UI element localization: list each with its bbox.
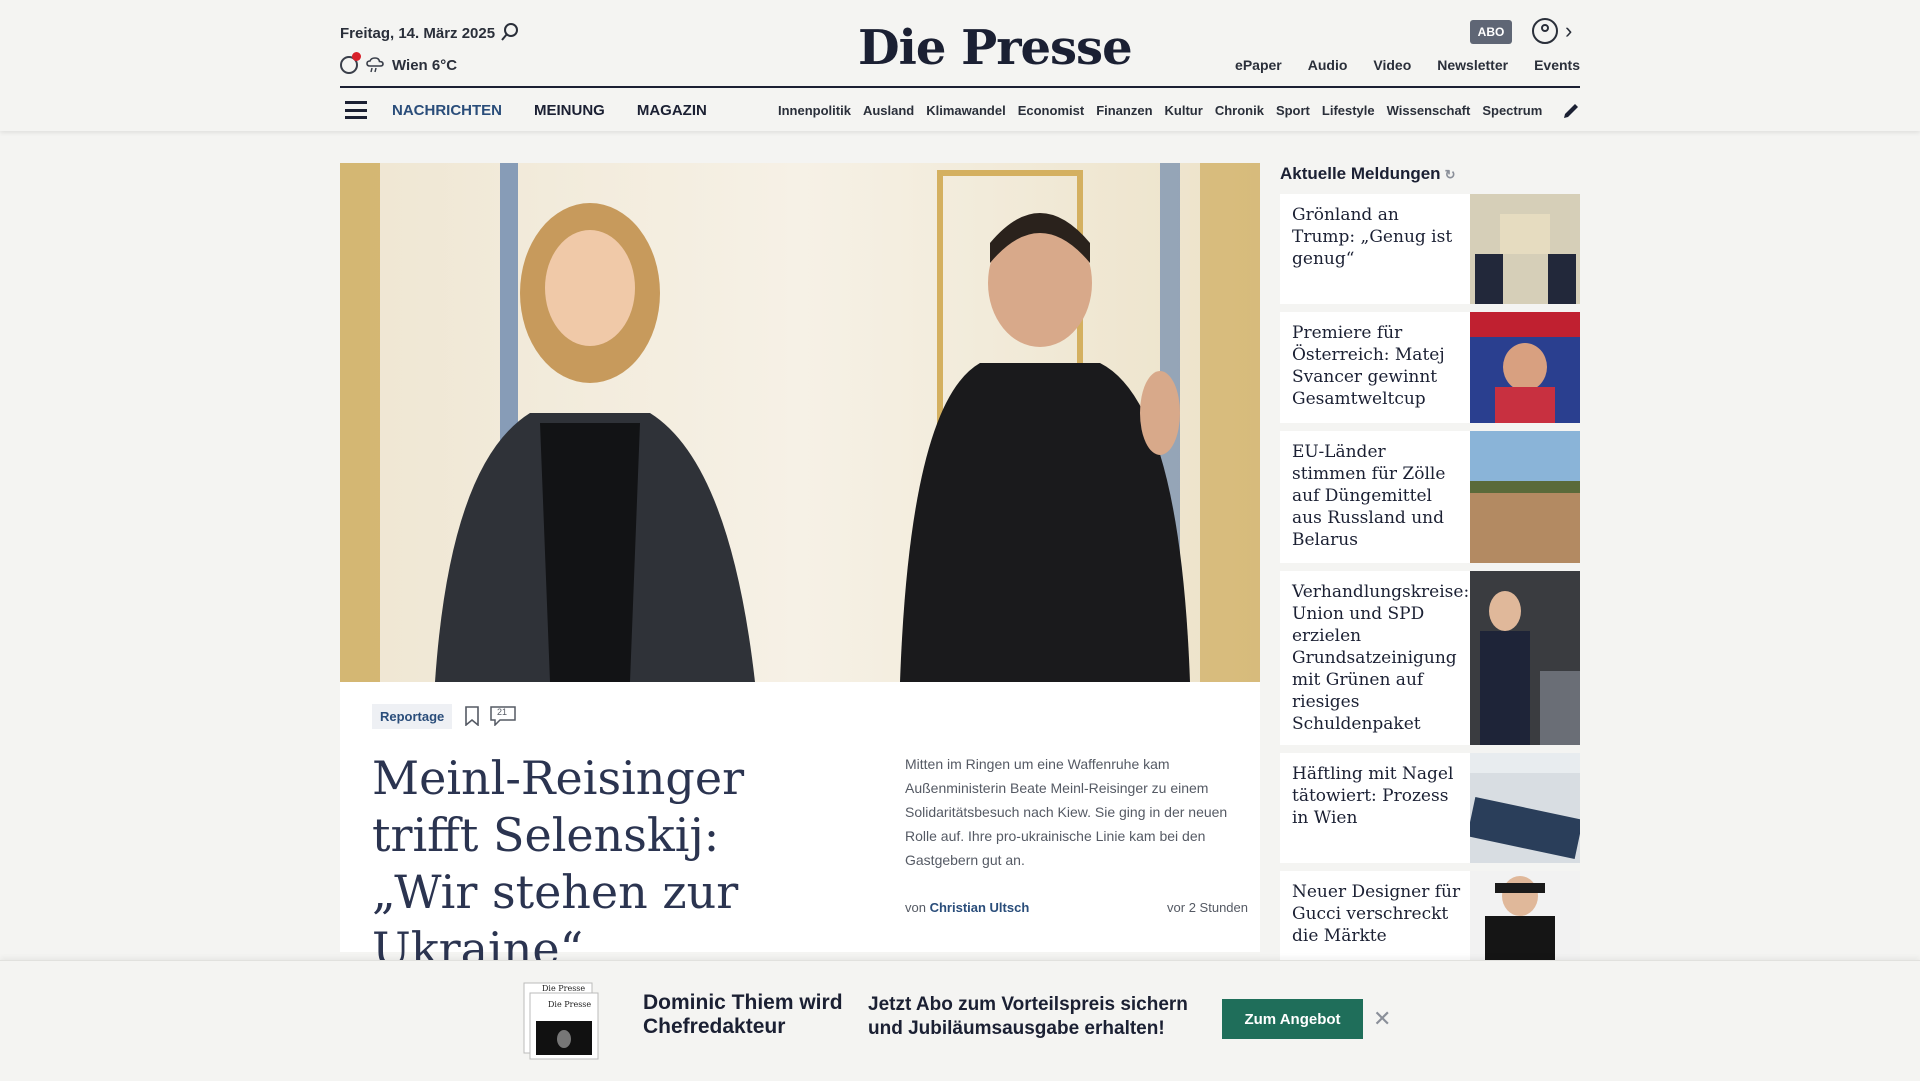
link-newsletter[interactable]: Newsletter: [1437, 57, 1508, 73]
site-logo[interactable]: Die Presse: [858, 20, 1133, 76]
close-icon[interactable]: ✕: [1373, 1006, 1391, 1032]
hero-headline[interactable]: Meinl-Reisinger trifft Selenskij: „Wir s…: [372, 750, 832, 978]
news-thumbnail: [1470, 431, 1580, 563]
author-link[interactable]: Christian Ultsch: [930, 900, 1030, 915]
current-date: Freitag, 14. März 2025: [340, 25, 496, 42]
byline-prefix: von: [905, 900, 926, 915]
news-item[interactable]: Premiere für Österreich: Matej Svancer g…: [1280, 312, 1580, 423]
news-thumbnail: [1470, 571, 1580, 745]
banner-headline: Dominic Thiem wird Chefredakteur: [643, 991, 843, 1038]
sidebar-title: Aktuelle Meldungen ↻: [1280, 164, 1455, 184]
site-header: Freitag, 14. März 2025 Wien 6°C Die Pres…: [0, 0, 1920, 131]
news-thumbnail: [1470, 312, 1580, 423]
comment-count: 21: [497, 707, 508, 717]
subnav-chronik[interactable]: Chronik: [1215, 103, 1264, 118]
subnav-innenpolitik[interactable]: Innenpolitik: [778, 103, 851, 118]
news-title: Verhandlungskreise: Union und SPD erziel…: [1292, 582, 1470, 734]
link-audio[interactable]: Audio: [1308, 57, 1348, 73]
pencil-icon[interactable]: [1560, 100, 1582, 122]
hero-image[interactable]: [340, 163, 1260, 682]
newspaper-stack-image: Die Presse Die Presse: [523, 982, 599, 1060]
news-title: EU-Länder stimmen für Zölle auf Düngemit…: [1292, 442, 1446, 550]
subnav-sport[interactable]: Sport: [1276, 103, 1310, 118]
news-thumbnail: [1470, 871, 1580, 960]
news-title: Premiere für Österreich: Matej Svancer g…: [1292, 323, 1445, 409]
subnav-kultur[interactable]: Kultur: [1165, 103, 1203, 118]
refresh-icon: ↻: [1444, 167, 1456, 182]
news-thumbnail: [1470, 194, 1580, 304]
news-title: Häftling mit Nagel tätowiert: Prozess in…: [1292, 764, 1454, 828]
news-title: Grönland an Trump: „Genug ist genug“: [1292, 205, 1453, 269]
sidebar-title-text: Aktuelle Meldungen: [1280, 164, 1441, 183]
bookmark-icon[interactable]: [464, 706, 480, 726]
published-time: vor 2 Stunden: [1167, 900, 1248, 915]
hero-article-card[interactable]: Reportage 21 Meinl-Reisinger trifft Sele…: [340, 682, 1260, 976]
news-item[interactable]: Grönland an Trump: „Genug ist genug“: [1280, 194, 1580, 304]
paper-logo-top: Die Presse: [542, 984, 585, 993]
subnav-ausland[interactable]: Ausland: [863, 103, 914, 118]
subnav-economist[interactable]: Economist: [1018, 103, 1084, 118]
news-item[interactable]: Verhandlungskreise: Union und SPD erziel…: [1280, 571, 1580, 745]
main-nav: NACHRICHTEN MEINUNG MAGAZIN: [392, 102, 707, 119]
subnav-spectrum[interactable]: Spectrum: [1482, 103, 1542, 118]
subnav-finanzen[interactable]: Finanzen: [1096, 103, 1152, 118]
clock-icon: [340, 52, 361, 74]
user-account-icon[interactable]: [1532, 18, 1558, 44]
banner-text: Jetzt Abo zum Vorteilspreis sichern und …: [868, 994, 1188, 1039]
comments-button[interactable]: 21: [490, 706, 516, 726]
chevron-right-icon[interactable]: ›: [1565, 18, 1572, 44]
offer-button[interactable]: Zum Angebot: [1222, 999, 1363, 1039]
abo-button[interactable]: ABO: [1470, 20, 1512, 44]
header-divider: [340, 86, 1580, 88]
news-thumbnail: [1470, 753, 1580, 863]
link-video[interactable]: Video: [1373, 57, 1411, 73]
subnav-lifestyle[interactable]: Lifestyle: [1322, 103, 1375, 118]
rain-cloud-icon: [366, 57, 384, 73]
link-events[interactable]: Events: [1534, 57, 1580, 73]
nav-magazin[interactable]: MAGAZIN: [637, 102, 707, 119]
top-links: ePaper Audio Video Newsletter Events: [1235, 57, 1580, 73]
hamburger-menu-icon[interactable]: [345, 101, 367, 119]
news-title: Neuer Designer für Gucci verschreckt die…: [1292, 882, 1461, 946]
weather-text: Wien 6°C: [392, 56, 458, 74]
sub-nav: Innenpolitik Ausland Klimawandel Economi…: [778, 103, 1542, 118]
weather-widget[interactable]: Wien 6°C: [340, 52, 458, 74]
nav-nachrichten[interactable]: NACHRICHTEN: [392, 102, 502, 119]
subscription-banner: Die Presse Die Presse Dominic Thiem wird…: [0, 960, 1920, 1081]
news-item[interactable]: Häftling mit Nagel tätowiert: Prozess in…: [1280, 753, 1580, 863]
nav-meinung[interactable]: MEINUNG: [534, 102, 605, 119]
hero-photo: [340, 163, 1260, 682]
category-badge[interactable]: Reportage: [372, 704, 453, 729]
news-item[interactable]: Neuer Designer für Gucci verschreckt die…: [1280, 871, 1580, 960]
subnav-wissenschaft[interactable]: Wissenschaft: [1387, 103, 1471, 118]
subnav-klimawandel[interactable]: Klimawandel: [926, 103, 1005, 118]
link-epaper[interactable]: ePaper: [1235, 57, 1282, 73]
hero-teaser: Mitten im Ringen um eine Waffenruhe kam …: [905, 756, 1228, 868]
search-icon[interactable]: [500, 22, 520, 42]
byline: von Christian Ultsch: [905, 900, 1029, 915]
news-item[interactable]: EU-Länder stimmen für Zölle auf Düngemit…: [1280, 431, 1580, 563]
paper-logo: Die Presse: [548, 1000, 591, 1009]
